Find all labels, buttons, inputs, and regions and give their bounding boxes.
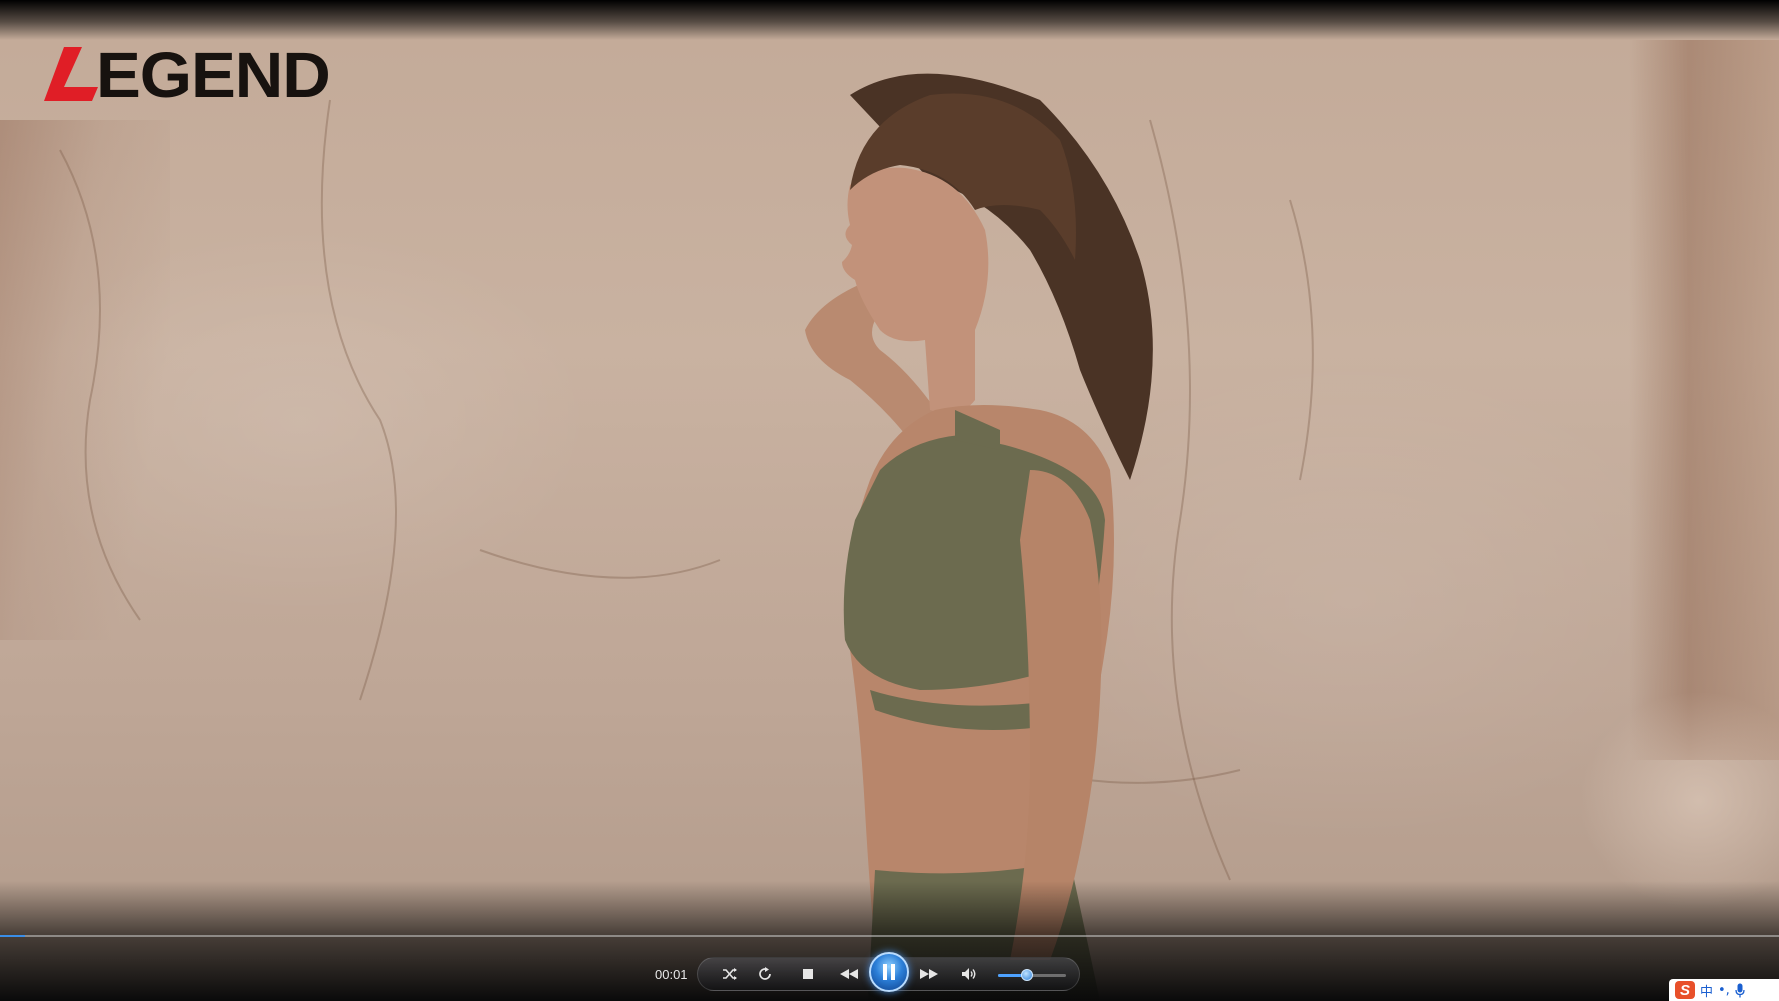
ime-language-toggle[interactable]: 中 bbox=[1700, 981, 1713, 1000]
volume-icon bbox=[962, 968, 976, 980]
fast-forward-icon bbox=[920, 969, 938, 979]
play-pause-button[interactable] bbox=[869, 952, 909, 992]
rewind-icon bbox=[840, 969, 858, 979]
logo-text: EGEND bbox=[96, 39, 331, 111]
video-frame[interactable]: EGEND bbox=[0, 0, 1779, 1001]
seek-bar[interactable] bbox=[0, 935, 1779, 937]
video-subject bbox=[59, 73, 1314, 1001]
pause-icon bbox=[883, 964, 895, 980]
ime-punctuation-toggle[interactable]: •, bbox=[1718, 983, 1730, 998]
top-vignette bbox=[0, 0, 1779, 40]
seek-bar-progress bbox=[0, 935, 25, 937]
repeat-button[interactable] bbox=[753, 958, 777, 990]
sogou-icon[interactable]: S bbox=[1675, 981, 1695, 999]
legend-logo-mark bbox=[44, 47, 98, 101]
shuffle-icon bbox=[723, 968, 737, 980]
elapsed-time: 00:01 bbox=[655, 967, 688, 982]
repeat-icon bbox=[759, 967, 771, 980]
ime-toolbar[interactable]: S 中 •, bbox=[1669, 979, 1779, 1001]
stop-button[interactable] bbox=[796, 958, 820, 990]
shuffle-button[interactable] bbox=[718, 958, 742, 990]
fast-forward-button[interactable] bbox=[916, 958, 942, 990]
stop-icon bbox=[803, 969, 813, 979]
volume-slider-knob[interactable] bbox=[1020, 969, 1033, 981]
microphone-icon[interactable] bbox=[1735, 983, 1745, 998]
rewind-button[interactable] bbox=[836, 958, 862, 990]
mute-button[interactable] bbox=[957, 958, 981, 990]
brand-logo: EGEND bbox=[42, 42, 331, 108]
